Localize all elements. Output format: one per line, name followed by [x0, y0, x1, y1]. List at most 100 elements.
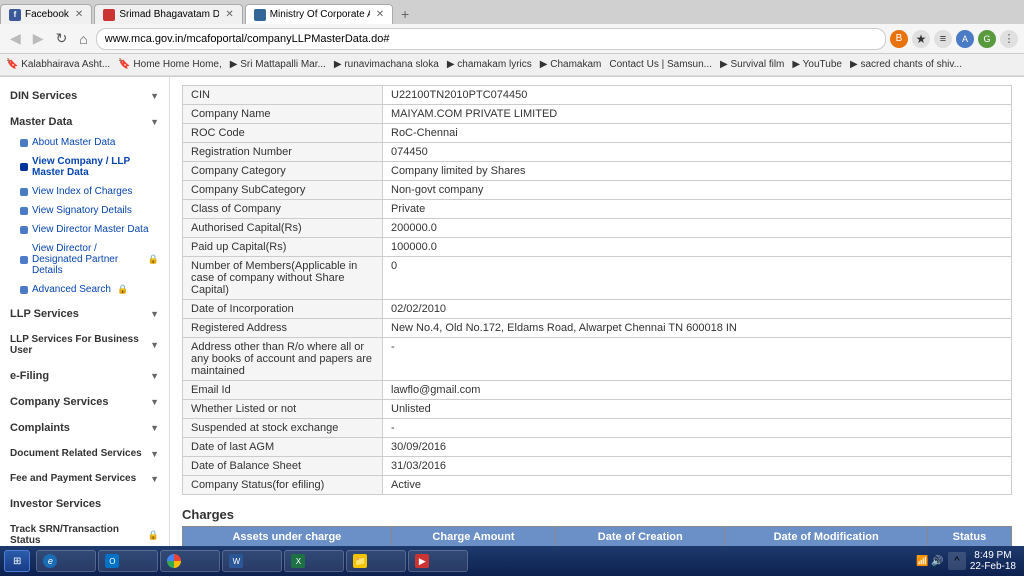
bullet-index — [20, 188, 28, 196]
llp-business-header[interactable]: LLP Services For Business User ▼ — [0, 329, 169, 361]
sidebar-item-signatory[interactable]: View Signatory Details — [0, 201, 169, 220]
company-field-label: Paid up Capital(Rs) — [183, 238, 383, 257]
index-charges-label: View Index of Charges — [32, 186, 132, 197]
company-row: Paid up Capital(Rs)100000.0 — [183, 238, 1012, 257]
bookmark-contact[interactable]: Contact Us | Samsun... — [609, 59, 712, 70]
company-field-label: Number of Members(Applicable in case of … — [183, 257, 383, 300]
nav-icon-star[interactable]: ★ — [912, 30, 930, 48]
complaints-header[interactable]: Complaints ▼ — [0, 417, 169, 439]
lock-icon-track: 🔒 — [148, 530, 159, 541]
sidebar-item-advanced-search[interactable]: Advanced Search 🔒 — [0, 280, 169, 299]
company-field-value: MAIYAM.COM PRIVATE LIMITED — [383, 105, 1012, 124]
company-row: Registration Number074450 — [183, 143, 1012, 162]
nav-icon-orange[interactable]: B — [890, 30, 908, 48]
taskbar-apps: e O W X 📁 ▶ — [36, 550, 914, 572]
company-row: Date of Incorporation02/02/2010 — [183, 300, 1012, 319]
company-field-value: 30/09/2016 — [383, 438, 1012, 457]
company-row: Whether Listed or notUnlisted — [183, 400, 1012, 419]
llp-services-label: LLP Services — [10, 308, 79, 320]
main-content: DIN Services ▼ Master Data ▼ About Maste… — [0, 77, 1024, 577]
bullet-signatory — [20, 207, 28, 215]
taskbar-time: 8:49 PM 22-Feb-18 — [970, 550, 1016, 572]
tab-close-mca[interactable]: ✕ — [376, 9, 384, 20]
tab-close-srimad[interactable]: ✕ — [225, 9, 233, 20]
forward-button[interactable]: ▶ — [29, 28, 48, 49]
company-row: Authorised Capital(Rs)200000.0 — [183, 219, 1012, 238]
taskbar-app-media[interactable]: ▶ — [408, 550, 468, 572]
nav-icon-blue[interactable]: A — [956, 30, 974, 48]
volume-icon: 🔊 — [931, 556, 943, 567]
din-services-header[interactable]: DIN Services ▼ — [0, 85, 169, 107]
company-field-value: - — [383, 419, 1012, 438]
taskbar-app-outlook[interactable]: O — [98, 550, 158, 572]
company-field-label: Date of last AGM — [183, 438, 383, 457]
sidebar-item-view-company[interactable]: View Company / LLP Master Data — [0, 152, 169, 182]
nav-icon-extra[interactable]: ⋮ — [1000, 30, 1018, 48]
bookmark-home[interactable]: 🔖 Home Home Home, — [118, 59, 222, 70]
sidebar-item-director-master[interactable]: View Director Master Data — [0, 220, 169, 239]
bookmark-chamakam-lyrics[interactable]: ▶ chamakam lyrics — [447, 59, 532, 70]
signatory-label: View Signatory Details — [32, 205, 132, 216]
bookmark-youtube[interactable]: ▶ YouTube — [792, 59, 842, 70]
start-button[interactable]: ⊞ — [4, 550, 30, 572]
company-services-arrow: ▼ — [150, 397, 159, 407]
company-field-label: Address other than R/o where all or any … — [183, 338, 383, 381]
tab-close-facebook[interactable]: ✕ — [75, 9, 83, 20]
bookmark-survival[interactable]: ▶ Survival film — [720, 59, 784, 70]
investor-header[interactable]: Investor Services — [0, 493, 169, 515]
company-field-value: 02/02/2010 — [383, 300, 1012, 319]
tab-bar: f Facebook ✕ Srimad Bhagavatam Day... ✕ … — [0, 0, 1024, 24]
home-button[interactable]: ⌂ — [75, 29, 91, 49]
company-row: ROC CodeRoC-Chennai — [183, 124, 1012, 143]
new-tab-button[interactable]: + — [395, 4, 415, 24]
charges-col-modification: Date of Modification — [725, 527, 928, 548]
browser-chrome: f Facebook ✕ Srimad Bhagavatam Day... ✕ … — [0, 0, 1024, 77]
sidebar-item-director-designated[interactable]: View Director / Designated Partner Detai… — [0, 239, 169, 280]
sidebar-section-llp-business: LLP Services For Business User ▼ — [0, 329, 169, 361]
notification-area[interactable]: ^ — [948, 552, 966, 570]
company-field-label: Class of Company — [183, 200, 383, 219]
company-field-value: Active — [383, 476, 1012, 495]
tab-facebook[interactable]: f Facebook ✕ — [0, 4, 92, 24]
reload-button[interactable]: ↻ — [52, 28, 72, 49]
company-row: Suspended at stock exchange- — [183, 419, 1012, 438]
company-field-label: Date of Balance Sheet — [183, 457, 383, 476]
doc-related-header[interactable]: Document Related Services ▼ — [0, 443, 169, 464]
sidebar-item-index-charges[interactable]: View Index of Charges — [0, 182, 169, 201]
fee-header[interactable]: Fee and Payment Services ▼ — [0, 468, 169, 489]
bookmark-runa[interactable]: ▶ runavimachana sloka — [334, 59, 439, 70]
nav-icon-green[interactable]: G — [978, 30, 996, 48]
bookmark-sacred[interactable]: ▶ sacred chants of shiv... — [850, 59, 962, 70]
efiling-header[interactable]: e-Filing ▼ — [0, 365, 169, 387]
tab-mca[interactable]: Ministry Of Corporate A... ✕ — [245, 4, 393, 24]
content-area: CINU22100TN2010PTC074450Company NameMAIY… — [170, 77, 1024, 577]
back-button[interactable]: ◀ — [6, 28, 25, 49]
taskbar-app-excel[interactable]: X — [284, 550, 344, 572]
llp-arrow: ▼ — [150, 309, 159, 319]
bullet-view-company — [20, 163, 28, 171]
master-data-header[interactable]: Master Data ▼ — [0, 111, 169, 133]
media-icon: ▶ — [415, 554, 429, 568]
taskbar-right: 📶 🔊 ^ 8:49 PM 22-Feb-18 — [916, 550, 1020, 572]
tab-srimad[interactable]: Srimad Bhagavatam Day... ✕ — [94, 4, 242, 24]
bookmark-chamakam[interactable]: ▶ Chamakam — [540, 59, 602, 70]
din-services-label: DIN Services — [10, 90, 77, 102]
sidebar-item-about-master[interactable]: About Master Data — [0, 133, 169, 152]
company-services-header[interactable]: Company Services ▼ — [0, 391, 169, 413]
company-field-value: Non-govt company — [383, 181, 1012, 200]
charges-col-creation: Date of Creation — [556, 527, 725, 548]
taskbar-app-chrome[interactable] — [160, 550, 220, 572]
taskbar-app-word[interactable]: W — [222, 550, 282, 572]
llp-services-header[interactable]: LLP Services ▼ — [0, 303, 169, 325]
company-field-value: - — [383, 338, 1012, 381]
bookmark-kalabhairava[interactable]: 🔖 Kalabhairava Asht... — [6, 59, 110, 70]
company-row: Date of Balance Sheet31/03/2016 — [183, 457, 1012, 476]
taskbar-app-ie[interactable]: e — [36, 550, 96, 572]
address-bar[interactable] — [96, 28, 886, 50]
taskbar-app-explorer[interactable]: 📁 — [346, 550, 406, 572]
company-row: Company CategoryCompany limited by Share… — [183, 162, 1012, 181]
bookmark-sri[interactable]: ▶ Sri Mattapalli Mar... — [230, 59, 326, 70]
track-srn-label: Track SRN/Transaction Status — [10, 524, 146, 546]
nav-icon-settings[interactable]: ≡ — [934, 30, 952, 48]
charges-title: Charges — [182, 507, 1012, 522]
